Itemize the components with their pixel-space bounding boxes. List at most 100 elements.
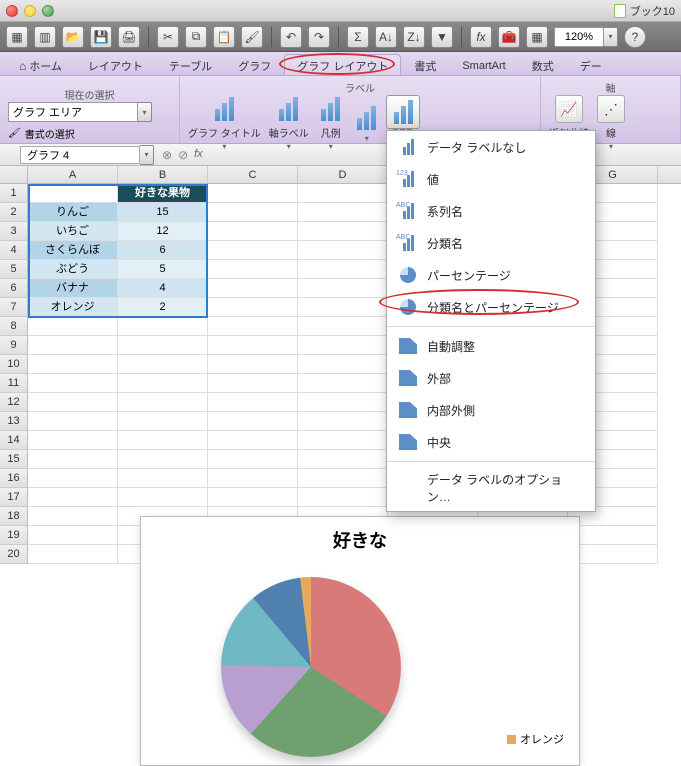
row-header[interactable]: 19 bbox=[0, 526, 28, 545]
row-header[interactable]: 13 bbox=[0, 412, 28, 431]
cell[interactable]: 6 bbox=[118, 241, 208, 260]
cell[interactable] bbox=[298, 488, 388, 507]
pie-chart[interactable] bbox=[221, 577, 401, 757]
zoom-window-button[interactable] bbox=[42, 5, 54, 17]
cell[interactable] bbox=[28, 526, 118, 545]
open-recent-button[interactable]: 📂 bbox=[62, 26, 84, 48]
cell[interactable] bbox=[298, 450, 388, 469]
sort-asc-button[interactable]: A↓ bbox=[375, 26, 397, 48]
menu-item-percent[interactable]: パーセンテージ bbox=[387, 259, 595, 291]
menu-item-none[interactable]: データ ラベルなし bbox=[387, 131, 595, 163]
cell[interactable] bbox=[28, 412, 118, 431]
cell[interactable] bbox=[568, 545, 658, 564]
cell[interactable] bbox=[118, 355, 208, 374]
cell[interactable] bbox=[208, 298, 298, 317]
cell[interactable] bbox=[298, 241, 388, 260]
axis-title-button[interactable]: 軸ラベル▾ bbox=[269, 95, 309, 151]
cell[interactable] bbox=[298, 412, 388, 431]
cell[interactable]: バナナ bbox=[28, 279, 118, 298]
data-labels-button[interactable]: ▾ bbox=[353, 104, 381, 143]
cell[interactable]: 4 bbox=[118, 279, 208, 298]
col-header[interactable]: A bbox=[28, 166, 118, 183]
toolbox-button[interactable]: 🧰 bbox=[498, 26, 520, 48]
show-formulas-button[interactable]: fx bbox=[470, 26, 492, 48]
row-header[interactable]: 17 bbox=[0, 488, 28, 507]
cell[interactable] bbox=[298, 298, 388, 317]
media-browser-button[interactable]: ▦ bbox=[526, 26, 548, 48]
menu-item-category[interactable]: ABC 分類名 bbox=[387, 227, 595, 259]
cell[interactable] bbox=[118, 412, 208, 431]
cell[interactable] bbox=[28, 469, 118, 488]
cell[interactable] bbox=[28, 545, 118, 564]
name-box-dropdown[interactable]: ▾ bbox=[140, 145, 154, 165]
cell[interactable] bbox=[298, 222, 388, 241]
cell[interactable] bbox=[28, 374, 118, 393]
cell[interactable] bbox=[208, 317, 298, 336]
row-header[interactable]: 6 bbox=[0, 279, 28, 298]
cell[interactable] bbox=[118, 317, 208, 336]
cell[interactable] bbox=[118, 374, 208, 393]
chart-element-selector[interactable]: グラフ エリア bbox=[8, 102, 138, 122]
cell[interactable] bbox=[298, 355, 388, 374]
open-button[interactable]: ▥ bbox=[34, 26, 56, 48]
cell[interactable] bbox=[208, 184, 298, 203]
save-button[interactable]: 💾 bbox=[90, 26, 112, 48]
autosum-button[interactable]: Σ bbox=[347, 26, 369, 48]
menu-item-auto[interactable]: 自動調整 bbox=[387, 330, 595, 362]
cell[interactable]: 12 bbox=[118, 222, 208, 241]
cell[interactable] bbox=[298, 203, 388, 222]
cell[interactable] bbox=[28, 488, 118, 507]
row-header[interactable]: 15 bbox=[0, 450, 28, 469]
cell[interactable] bbox=[28, 431, 118, 450]
cell[interactable] bbox=[28, 317, 118, 336]
select-all-corner[interactable] bbox=[0, 166, 28, 183]
menu-item-inside-end[interactable]: 内部外側 bbox=[387, 394, 595, 426]
cell[interactable] bbox=[118, 469, 208, 488]
cell[interactable]: 好きな果物 bbox=[118, 184, 208, 203]
cell[interactable] bbox=[208, 203, 298, 222]
tab-format[interactable]: 書式 bbox=[401, 54, 449, 75]
cell[interactable] bbox=[298, 431, 388, 450]
redo-button[interactable]: ↷ bbox=[308, 26, 330, 48]
chart-title-button[interactable]: グラフ タイトル▾ bbox=[188, 95, 261, 151]
cut-button[interactable]: ✂ bbox=[157, 26, 179, 48]
col-header[interactable]: B bbox=[118, 166, 208, 183]
format-selection-button[interactable]: 🖌書式の選択 bbox=[8, 126, 75, 141]
col-header[interactable]: C bbox=[208, 166, 298, 183]
cell[interactable] bbox=[118, 336, 208, 355]
chart-element-dropdown[interactable]: ▾ bbox=[138, 102, 152, 122]
cell[interactable] bbox=[118, 488, 208, 507]
col-header[interactable]: D bbox=[298, 166, 388, 183]
zoom-level-field[interactable]: 120% bbox=[554, 27, 604, 47]
cell[interactable] bbox=[28, 450, 118, 469]
cell[interactable] bbox=[208, 279, 298, 298]
cell[interactable]: さくらんぼ bbox=[28, 241, 118, 260]
row-header[interactable]: 20 bbox=[0, 545, 28, 564]
row-header[interactable]: 4 bbox=[0, 241, 28, 260]
paste-button[interactable]: 📋 bbox=[213, 26, 235, 48]
cell[interactable]: 5 bbox=[118, 260, 208, 279]
tab-home[interactable]: ホーム bbox=[6, 54, 75, 75]
cell[interactable] bbox=[118, 431, 208, 450]
cancel-icon[interactable]: ⊗ bbox=[162, 148, 172, 162]
cell[interactable] bbox=[208, 488, 298, 507]
copy-button[interactable]: ⧉ bbox=[185, 26, 207, 48]
tab-tables[interactable]: テーブル bbox=[156, 54, 225, 75]
cell[interactable] bbox=[28, 355, 118, 374]
cell[interactable] bbox=[28, 184, 118, 203]
confirm-icon[interactable]: ⊘ bbox=[178, 148, 188, 162]
cell[interactable]: りんご bbox=[28, 203, 118, 222]
cell[interactable] bbox=[208, 222, 298, 241]
row-header[interactable]: 11 bbox=[0, 374, 28, 393]
chart-object[interactable]: 好きな オレンジ bbox=[140, 516, 580, 766]
menu-item-series[interactable]: ABC 系列名 bbox=[387, 195, 595, 227]
row-header[interactable]: 18 bbox=[0, 507, 28, 526]
row-header[interactable]: 8 bbox=[0, 317, 28, 336]
menu-item-options[interactable]: データ ラベルのオプション… bbox=[387, 465, 595, 511]
row-header[interactable]: 5 bbox=[0, 260, 28, 279]
cell[interactable]: 2 bbox=[118, 298, 208, 317]
cell[interactable] bbox=[298, 184, 388, 203]
row-header[interactable]: 2 bbox=[0, 203, 28, 222]
new-file-button[interactable]: ▦ bbox=[6, 26, 28, 48]
menu-item-category-percent[interactable]: 分類名とパーセンテージ bbox=[387, 291, 595, 323]
